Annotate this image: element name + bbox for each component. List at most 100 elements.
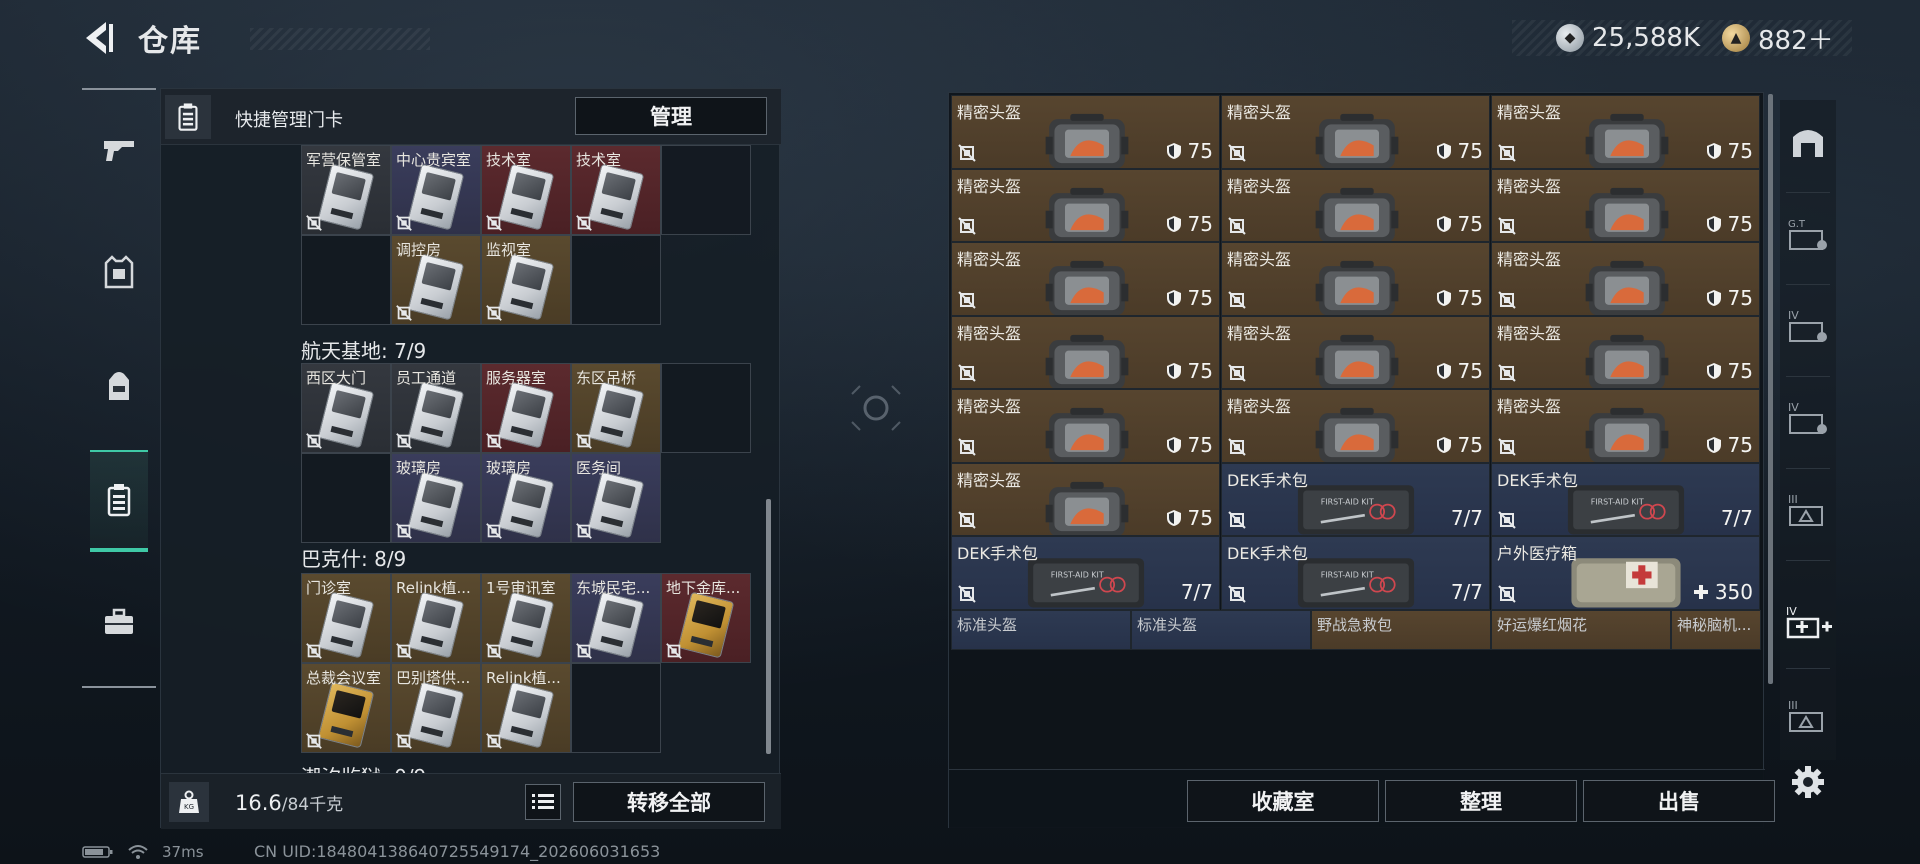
ping-value: 37ms [162,843,204,861]
item-stat-value: 75 [1187,212,1213,236]
keycard-item[interactable]: Relink植... [481,663,571,753]
keycard-item[interactable]: 总裁会议室 [301,663,391,753]
stash-item[interactable]: 精密头盔 75 [951,462,1220,536]
stash-tab-all[interactable] [1780,112,1836,172]
stash-item[interactable]: 野战急救包 [1311,609,1491,650]
item-stat: 75 [1436,139,1483,163]
keycard-item[interactable]: 调控房 [391,235,481,325]
stash-panel: 精密头盔 75 精密头盔 75 精密头盔 75 精密头盔 75 精密头盔 75 精密头盔 75 精密头盔… [948,92,1775,829]
keycard-image [497,591,555,659]
no-lock-icon [305,214,323,232]
stash-item[interactable]: 精密头盔 75 [951,168,1220,242]
settings-button[interactable] [1780,752,1836,812]
keycard-item[interactable]: 技术室 [571,145,661,235]
item-image [1315,260,1399,315]
item-stat-value: 75 [1187,285,1213,310]
keycard-scrollbar[interactable] [766,499,771,754]
stash-item[interactable]: 精密头盔 75 [1491,315,1760,389]
stash-item[interactable]: FIRST-AID KIT DEK手术包 7/7 [951,536,1220,610]
keycard-item[interactable]: 玻璃房 [481,453,571,543]
keycard-item[interactable]: 员工通道 [391,363,481,453]
keycard-item[interactable]: 门诊室 [301,573,391,663]
stash-tab-4[interactable]: IV [1780,388,1836,448]
item-stat: 75 [1436,286,1483,310]
stash-case-icon: IV [1788,401,1827,434]
manage-button[interactable]: 管理 [575,97,767,135]
list-view-button[interactable] [525,784,561,820]
no-lock-icon [957,290,977,310]
item-image: FIRST-AID KIT [1297,558,1415,608]
keycard-item[interactable]: 地下金库... [661,573,751,663]
stash-item[interactable]: 精密头盔 75 [1221,242,1490,316]
keycard-item[interactable]: 服务器室 [481,363,571,453]
keycard-item[interactable]: Relink植... [391,573,481,663]
keycard-item[interactable]: 玻璃房 [391,453,481,543]
gold-amount: 882＋ [1758,25,1834,56]
keycard-item[interactable]: 东城民宅... [571,573,661,663]
stash-item[interactable]: 精密头盔 75 [951,315,1220,389]
item-name: 精密头盔 [957,470,1022,490]
stash-item[interactable]: 精密头盔 75 [1221,389,1490,463]
back-button[interactable] [82,18,116,58]
stash-scrollbar[interactable] [1768,94,1773,684]
rail-tab-toolbox[interactable] [90,572,148,672]
stash-item[interactable]: FIRST-AID KIT DEK手术包 7/7 [1221,462,1490,536]
stash-item[interactable]: 精密头盔 75 [951,389,1220,463]
vest-icon [104,255,134,289]
stash-tab-add[interactable]: IV [1780,592,1836,652]
stash-tab-3[interactable]: IV [1780,296,1836,356]
item-stat-value: 75 [1187,359,1213,383]
keycard-name: 技术室 [576,151,622,169]
stash-item[interactable]: 好运爆红烟花 [1491,609,1671,650]
keycard-item[interactable]: 监视室 [481,235,571,325]
keycard-item[interactable]: 西区大门 [301,363,391,453]
stash-tab-5[interactable]: III [1780,480,1836,540]
stash-item[interactable]: FIRST-AID KIT DEK手术包 7/7 [1221,536,1490,610]
stash-item[interactable]: 精密头盔 75 [1491,242,1760,316]
item-image: FIRST-AID KIT [1297,484,1415,535]
stash-item[interactable]: 精密头盔 75 [951,242,1220,316]
stash-item[interactable]: 精密头盔 75 [1221,168,1490,242]
no-lock-icon [395,732,413,750]
stash-tab-2[interactable]: G.T [1780,204,1836,264]
sort-button[interactable]: 整理 [1385,780,1577,822]
keycard-item[interactable]: 巴别塔供... [391,663,481,753]
stash-item[interactable]: 户外医疗箱 350 [1491,536,1760,610]
keycard-item[interactable]: 东区吊桥 [571,363,661,453]
keycard-item[interactable]: 1号审讯室 [481,573,571,663]
no-lock-icon [1227,510,1247,530]
rail-tab-backpack[interactable] [90,336,148,436]
stash-item[interactable]: 标准头盔 [951,609,1131,650]
stash-item[interactable]: 精密头盔 75 [1491,168,1760,242]
stash-item[interactable]: 精密头盔 75 [1491,389,1760,463]
stash-item[interactable]: 精密头盔 75 [951,95,1220,169]
keycard-panel: 军营保管室 中心贵宾室 技术室 技术室 调控房 监视室 航天基地: 7/9 西区大门 员工通… [160,88,781,829]
stash-item[interactable]: 标准头盔 [1131,609,1311,650]
keycard-image [587,381,645,449]
stash-item[interactable]: FIRST-AID KIT DEK手术包 7/7 [1491,462,1760,536]
collection-room-button[interactable]: 收藏室 [1187,780,1379,822]
keycard-item[interactable]: 技术室 [481,145,571,235]
no-lock-icon [395,304,413,322]
rail-tab-armor[interactable] [90,222,148,322]
stash-item[interactable]: 神秘脑机... [1671,609,1761,650]
stash-item[interactable]: 精密头盔 75 [1221,95,1490,169]
stash-item[interactable]: 精密头盔 75 [1491,95,1760,169]
armor-icon [1166,142,1181,159]
gold-currency[interactable]: ▲ 882＋ [1722,20,1834,56]
sell-button[interactable]: 出售 [1583,780,1775,822]
rail-tab-weapons[interactable] [90,100,148,200]
svg-text:III: III [1788,699,1798,712]
transfer-all-button[interactable]: 转移全部 [573,782,765,822]
keycard-item[interactable]: 中心贵宾室 [391,145,481,235]
keycard-image [407,381,465,449]
rail-tab-keycards[interactable] [90,450,148,552]
item-image: FIRST-AID KIT [1027,558,1145,608]
battery-icon [82,846,113,858]
stash-item-grid[interactable]: 精密头盔 75 精密头盔 75 精密头盔 75 精密头盔 75 精密头盔 75 精密头盔 75 精密头盔… [951,95,1761,767]
stash-item[interactable]: 精密头盔 75 [1221,315,1490,389]
keycard-list[interactable]: 军营保管室 中心贵宾室 技术室 技术室 调控房 监视室 航天基地: 7/9 西区大门 员工通… [161,145,781,773]
stash-tab-7[interactable]: III [1780,686,1836,746]
keycard-item[interactable]: 军营保管室 [301,145,391,235]
keycard-item[interactable]: 医务间 [571,453,661,543]
